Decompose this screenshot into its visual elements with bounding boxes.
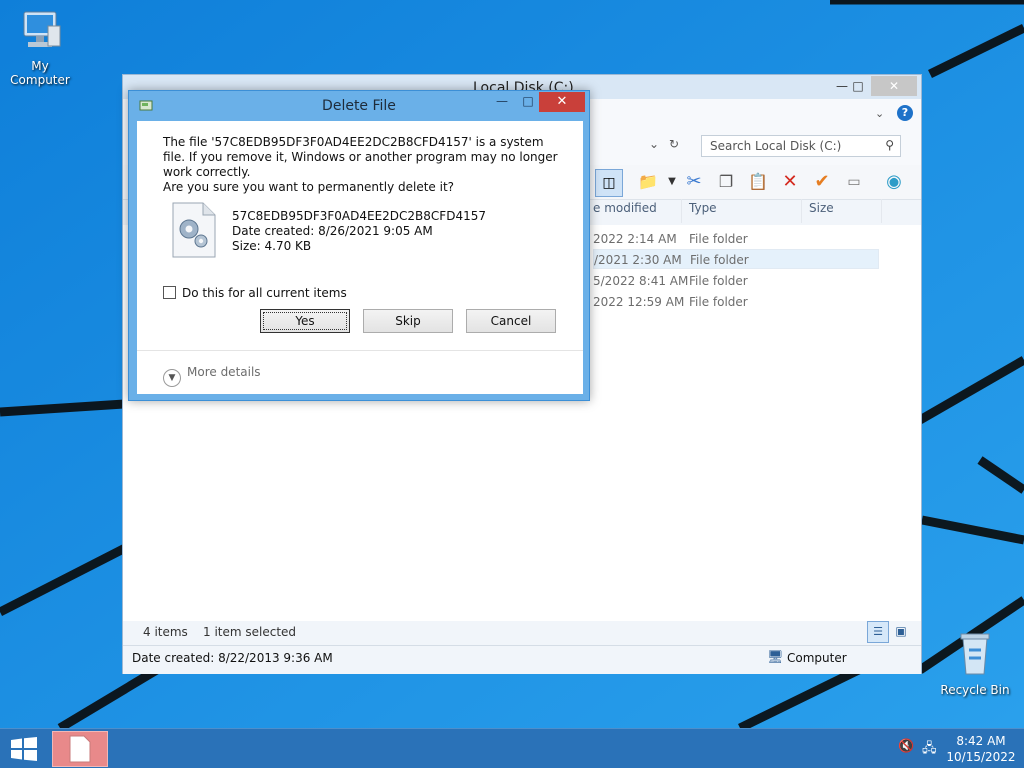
address-dropdown-icon[interactable]: ⌄ — [645, 137, 663, 155]
confirmation-question: Are you sure you want to permanently del… — [163, 180, 455, 194]
recycle-bin-label: Recycle Bin — [940, 683, 1010, 697]
file-info: 57C8EDB95DF3F0AD4EE2DC2B8CFD4157 Date cr… — [232, 209, 486, 254]
column-separator — [881, 199, 882, 223]
row-type: File folder — [689, 274, 748, 288]
more-details-toggle[interactable]: ▼ More details — [163, 365, 261, 387]
my-computer-desktop-icon[interactable]: My Computer — [0, 8, 80, 87]
computer-icon — [23, 11, 61, 47]
windows-start-icon[interactable] — [10, 737, 38, 761]
maximize-button[interactable]: □ — [515, 94, 541, 114]
cancel-button[interactable]: Cancel — [466, 309, 556, 333]
clock-time: 8:42 AM — [956, 734, 1006, 748]
clock-date: 10/15/2022 — [946, 750, 1016, 764]
file-name: 57C8EDB95DF3F0AD4EE2DC2B8CFD4157 — [232, 209, 486, 223]
column-separator — [681, 199, 682, 223]
clock[interactable]: 8:42 AM 10/15/2022 — [946, 733, 1016, 765]
row-date: 2022 2:14 AM — [593, 232, 677, 246]
chevron-down-icon: ▼ — [163, 369, 181, 387]
network-icon[interactable]: 🖧 — [922, 739, 937, 761]
delete-file-dialog: Delete File — □ ✕ The file '57C8EDB95DF3… — [128, 90, 590, 401]
list-item-selected[interactable]: /2021 2:30 AM File folder — [593, 249, 879, 269]
search-icon: ⚲ — [885, 138, 894, 152]
paste-icon[interactable]: 📋 — [745, 169, 771, 195]
search-input[interactable]: Search Local Disk (C:) ⚲ — [701, 135, 901, 157]
rename-icon[interactable]: ▭ — [841, 169, 867, 195]
row-date: /2021 2:30 AM — [594, 253, 682, 267]
search-placeholder: Search Local Disk (C:) — [710, 139, 842, 153]
close-button[interactable]: ✕ — [871, 76, 917, 96]
row-type: File folder — [690, 253, 749, 267]
details-bar: Date created: 8/22/2013 9:36 AM 🖥 Comput… — [123, 645, 921, 674]
status-location: Computer — [787, 651, 847, 665]
close-button[interactable]: ✕ — [539, 92, 585, 112]
warning-message: The file '57C8EDB95DF3F0AD4EE2DC2B8CFD41… — [163, 135, 558, 179]
status-bar: 4 items 1 item selected ☰ ▣ — [123, 621, 921, 645]
file-date-created: Date created: 8/26/2021 9:05 AM — [232, 224, 433, 238]
volume-muted-icon[interactable]: 🔇 — [898, 739, 914, 754]
divider — [137, 350, 583, 351]
document-icon — [69, 735, 91, 763]
maximize-button[interactable]: □ — [845, 76, 871, 96]
recycle-bin-desktop-icon[interactable]: Recycle Bin — [935, 630, 1015, 697]
apply-all-checkbox[interactable]: Do this for all current items — [163, 286, 347, 300]
skip-button[interactable]: Skip — [363, 309, 453, 333]
column-header-type[interactable]: Type — [689, 201, 717, 223]
my-computer-label: My Computer — [10, 59, 70, 87]
list-item[interactable]: 2022 2:14 AM File folder — [593, 229, 879, 249]
column-size-label: Size — [809, 201, 834, 215]
row-type: File folder — [689, 232, 748, 246]
checkmark-icon[interactable]: ✔ — [809, 169, 835, 195]
dialog-body: The file '57C8EDB95DF3F0AD4EE2DC2B8CFD41… — [137, 121, 583, 394]
large-icons-view-icon[interactable]: ▣ — [891, 621, 911, 641]
computer-icon: 🖥 — [767, 650, 784, 665]
column-date-label: e modified — [593, 201, 657, 215]
status-selected-count: 1 item selected — [203, 625, 297, 639]
file-size: Size: 4.70 KB — [232, 239, 312, 253]
yes-button[interactable]: Yes — [260, 309, 350, 333]
system-file-icon — [172, 202, 216, 258]
help-icon[interactable]: ? — [897, 105, 913, 121]
column-separator — [801, 199, 802, 223]
more-details-label: More details — [187, 365, 261, 379]
column-header-size[interactable]: Size — [809, 201, 834, 223]
details-view-icon[interactable]: ☰ — [867, 621, 889, 643]
status-item-count: 4 items — [143, 625, 188, 639]
chevron-down-icon[interactable]: ⌄ — [875, 107, 884, 120]
row-type: File folder — [689, 295, 748, 309]
minimize-button[interactable]: — — [489, 94, 515, 114]
list-item[interactable]: 5/2022 8:41 AM File folder — [593, 271, 879, 291]
checkbox-box[interactable] — [163, 286, 176, 299]
properties-icon[interactable]: ◉ — [881, 169, 907, 195]
taskbar-app-button[interactable] — [52, 731, 108, 767]
list-item[interactable]: 2022 12:59 AM File folder — [593, 292, 879, 312]
recycle-bin-icon — [960, 633, 990, 675]
row-date: 2022 12:59 AM — [593, 295, 685, 309]
column-type-label: Type — [689, 201, 717, 215]
refresh-icon[interactable]: ↻ — [665, 137, 683, 155]
layout-pane-icon[interactable]: ◫ — [595, 169, 623, 197]
column-header-date[interactable]: e modified — [593, 201, 657, 223]
delete-icon[interactable]: ✕ — [777, 169, 803, 195]
row-date: 5/2022 8:41 AM — [593, 274, 689, 288]
cut-icon[interactable]: ✂ — [681, 169, 707, 195]
taskbar: 🔇 🖧 8:42 AM 10/15/2022 — [0, 728, 1024, 768]
folder-options-icon[interactable]: 📁 — [635, 169, 661, 195]
dialog-titlebar: Delete File — □ ✕ — [129, 91, 589, 121]
checkbox-label: Do this for all current items — [182, 286, 347, 300]
status-date-created: Date created: 8/22/2013 9:36 AM — [132, 651, 333, 665]
copy-icon[interactable]: ❐ — [713, 169, 739, 195]
